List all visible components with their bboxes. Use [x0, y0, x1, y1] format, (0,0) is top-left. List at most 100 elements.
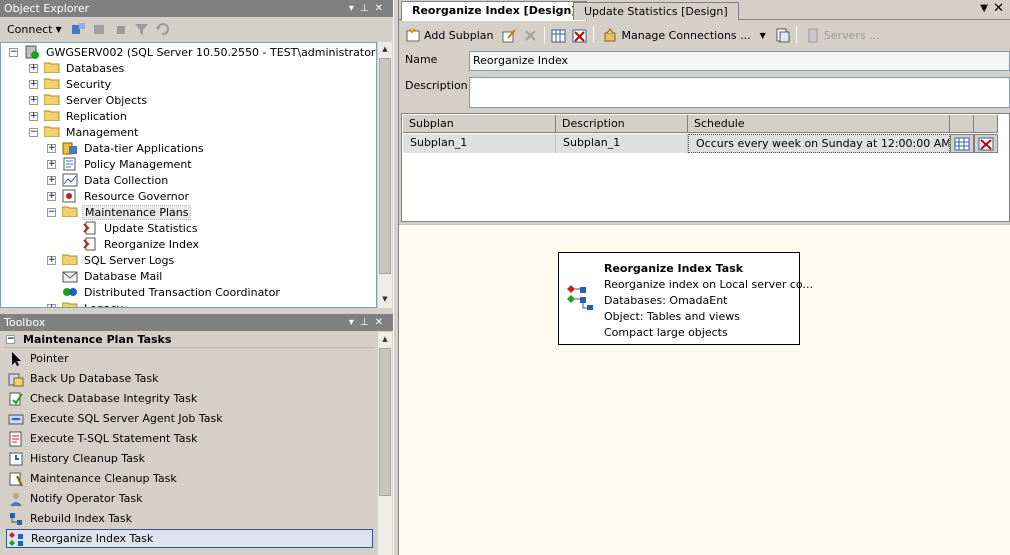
tree-data-collection-node[interactable]: + Data Collection	[47, 172, 170, 188]
connect-object-icon[interactable]	[71, 22, 86, 37]
manage-connections-button[interactable]: Manage Connections ... ▼	[600, 27, 768, 44]
toolbox-item-back-up-database-task[interactable]: Back Up Database Task	[6, 369, 373, 388]
integrity-task-icon	[8, 391, 24, 407]
plan-designer-toolbar: Add Subplan Manage Connections ... ▼ Ser…	[399, 24, 1010, 46]
remove-schedule-icon[interactable]	[572, 28, 587, 43]
tree-maintenance-plans-node[interactable]: − Maintenance Plans	[47, 204, 192, 220]
toolbox-item-execute-sql-server-agent-job-task[interactable]: Execute SQL Server Agent Job Task	[6, 409, 373, 428]
servers-label: Servers ...	[823, 28, 880, 42]
tree-security-node[interactable]: + Security	[29, 76, 113, 92]
grid-cell-description[interactable]: Subplan_1	[556, 134, 688, 153]
close-document-icon[interactable]: ✕	[993, 1, 1004, 16]
scroll-thumb[interactable]	[379, 58, 391, 274]
toolbox-item-notify-operator-task[interactable]: Notify Operator Task	[6, 489, 373, 508]
dtc-icon	[62, 285, 78, 299]
toolbox-item-maintenance-cleanup-task[interactable]: Maintenance Cleanup Task	[6, 469, 373, 488]
scroll-down-icon[interactable]: ▼	[378, 292, 392, 307]
data-tier-icon	[62, 141, 78, 155]
expand-icon[interactable]: +	[29, 63, 38, 73]
connect-button[interactable]: Connect ▼	[4, 22, 65, 37]
tree-management-node[interactable]: − Management	[29, 124, 140, 140]
maintenance-cleanup-icon	[8, 471, 24, 487]
tree-node-label: Databases	[66, 61, 125, 75]
dropdown-arrow-icon[interactable]: ▾	[349, 317, 360, 328]
collapse-icon[interactable]: −	[9, 47, 18, 57]
toolbox-item-pointer[interactable]: Pointer	[6, 349, 373, 368]
expand-icon[interactable]: +	[29, 79, 38, 89]
dropdown-arrow-icon[interactable]: ▾	[349, 3, 360, 14]
scroll-up-icon[interactable]: ▲	[378, 42, 392, 57]
tree-reorganize-index-plan-node[interactable]: Reorganize Index	[67, 236, 201, 252]
subplan-schedule-icon[interactable]	[551, 28, 566, 43]
chevron-down-icon: ▼	[55, 24, 62, 34]
tree-update-statistics-plan-node[interactable]: Update Statistics	[67, 220, 200, 236]
delete-subplan-icon[interactable]	[523, 28, 538, 43]
logging-icon[interactable]	[775, 28, 790, 43]
tree-resource-governor-node[interactable]: + Resource Governor	[47, 188, 191, 204]
tab-list-dropdown-icon[interactable]: ▼	[980, 3, 988, 14]
tree-data-tier-applications-node[interactable]: + Data-tier Applications	[47, 140, 206, 156]
expand-icon[interactable]: +	[47, 159, 56, 169]
servers-button[interactable]: Servers ...	[803, 27, 883, 44]
disconnect-icon[interactable]	[92, 22, 107, 37]
edit-schedule-button[interactable]	[950, 134, 974, 153]
filter-icon[interactable]	[134, 22, 149, 37]
toolbox-item-rebuild-index-task[interactable]: Rebuild Index Task	[6, 509, 373, 528]
expand-icon[interactable]: +	[47, 143, 56, 153]
object-explorer-tree[interactable]: − GWGSERV002 (SQL Server 10.50.2550 - TES…	[0, 42, 377, 308]
grid-cell-schedule[interactable]: Occurs every week on Sunday at 12:00:00 …	[688, 134, 950, 153]
tree-dtc-node[interactable]: Distributed Transaction Coordinator	[47, 284, 282, 300]
toolbox-item-execute-tsql-statement-task[interactable]: Execute T-SQL Statement Task	[6, 429, 373, 448]
add-subplan-icon	[406, 27, 421, 43]
pin-icon[interactable]: ⊥	[360, 3, 375, 14]
grid-cell-subplan[interactable]: Subplan_1	[403, 134, 556, 153]
add-subplan-button[interactable]: Add Subplan	[403, 27, 496, 44]
expand-icon[interactable]: +	[47, 255, 56, 265]
tree-database-mail-node[interactable]: Database Mail	[47, 268, 164, 284]
toolbox-scrollbar[interactable]: ▲	[377, 332, 392, 555]
tree-node-label: Server Objects	[66, 93, 148, 107]
tree-server-node[interactable]: − GWGSERV002 (SQL Server 10.50.2550 - TES…	[9, 44, 376, 60]
stop-icon[interactable]	[113, 22, 128, 37]
tree-databases-node[interactable]: + Databases	[29, 60, 126, 76]
manage-connections-icon	[603, 27, 618, 43]
tree-replication-node[interactable]: + Replication	[29, 108, 129, 124]
reorganize-index-task-shape[interactable]: Reorganize Index Task Reorganize index o…	[558, 252, 813, 345]
scroll-up-icon[interactable]: ▲	[378, 332, 392, 347]
plan-name-field[interactable]: Reorganize Index	[469, 51, 1010, 71]
plan-description-field[interactable]	[469, 77, 1010, 108]
refresh-icon[interactable]	[155, 22, 170, 37]
remove-schedule-button[interactable]	[974, 134, 998, 153]
toolbox-item-label: Execute T-SQL Statement Task	[30, 432, 198, 445]
collapse-icon[interactable]: −	[6, 335, 15, 344]
toolbox-group-header[interactable]: − Maintenance Plan Tasks	[4, 332, 375, 348]
tree-node-label: Distributed Transaction Coordinator	[84, 285, 280, 299]
expand-icon[interactable]: +	[29, 95, 38, 105]
edit-subplan-icon[interactable]	[502, 28, 517, 43]
expand-icon[interactable]: +	[47, 175, 56, 185]
collapse-icon[interactable]: −	[29, 127, 38, 137]
tab-update-statistics-design[interactable]: Update Statistics [Design]	[573, 2, 739, 20]
expand-icon[interactable]: +	[47, 191, 56, 201]
tree-server-objects-node[interactable]: + Server Objects	[29, 92, 149, 108]
toolbox-item-label: Rebuild Index Task	[30, 512, 132, 525]
pin-icon[interactable]: ⊥	[360, 317, 375, 328]
collapse-icon[interactable]: −	[47, 207, 56, 217]
grid-header-subplan[interactable]: Subplan	[403, 115, 556, 133]
expand-icon[interactable]: +	[29, 111, 38, 121]
close-icon[interactable]: ✕	[375, 3, 389, 14]
expand-icon[interactable]: +	[47, 303, 56, 307]
toolbox-item-reorganize-index-task[interactable]: Reorganize Index Task	[6, 529, 373, 548]
tree-legacy-node[interactable]: + Legacy	[47, 300, 125, 307]
tree-sql-server-logs-node[interactable]: + SQL Server Logs	[47, 252, 176, 268]
close-icon[interactable]: ✕	[375, 317, 389, 328]
tab-reorganize-index-design[interactable]: Reorganize Index [Design]	[401, 1, 588, 21]
object-explorer-scrollbar[interactable]: ▲ ▼	[377, 42, 392, 308]
grid-header-schedule[interactable]: Schedule	[688, 115, 950, 133]
tree-policy-management-node[interactable]: + Policy Management	[47, 156, 194, 172]
scroll-thumb[interactable]	[379, 348, 391, 496]
toolbox-item-history-cleanup-task[interactable]: History Cleanup Task	[6, 449, 373, 468]
toolbox-item-check-database-integrity-task[interactable]: Check Database Integrity Task	[6, 389, 373, 408]
servers-icon	[806, 28, 821, 43]
grid-header-description[interactable]: Description	[556, 115, 688, 133]
